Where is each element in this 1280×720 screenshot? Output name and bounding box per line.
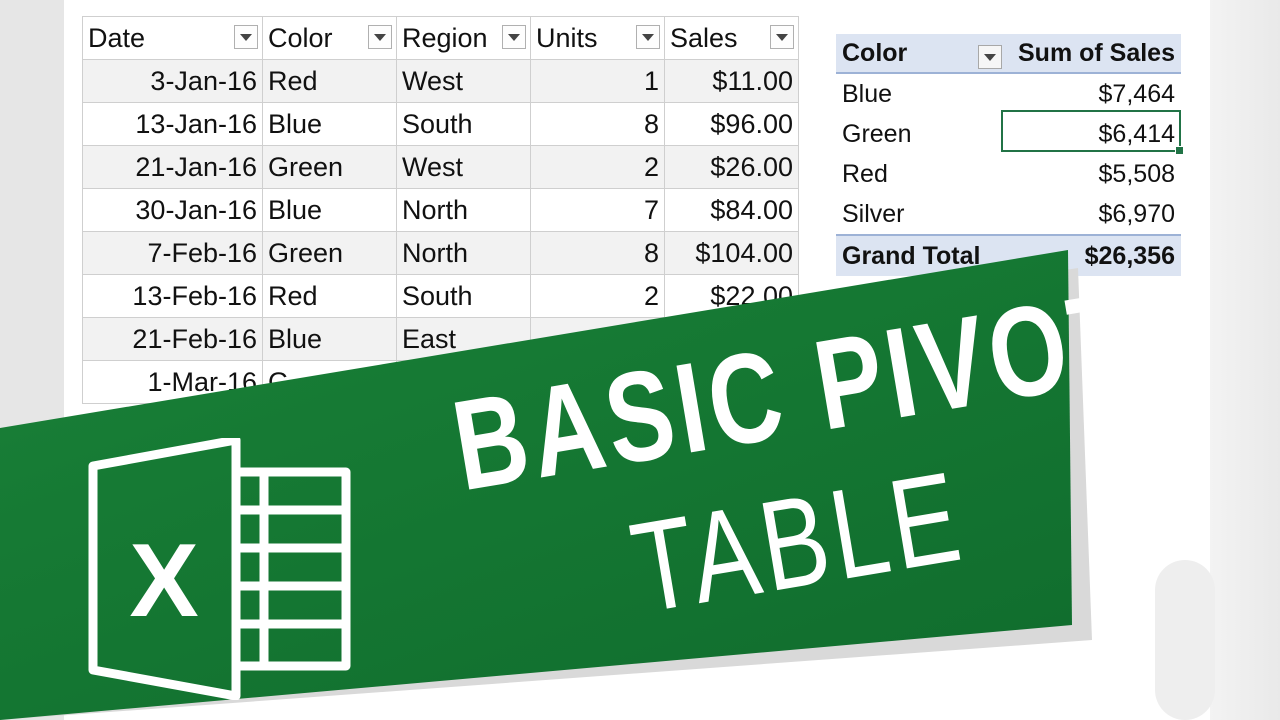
table-row: 30-Jan-16 Blue North 7 $84.00: [82, 188, 799, 232]
pivot-row-value[interactable]: $5,508: [1004, 160, 1181, 189]
column-header-units[interactable]: Units: [530, 16, 665, 60]
pivot-row: Blue $7,464: [836, 74, 1181, 114]
column-header-label: Region: [402, 22, 488, 53]
date-cell[interactable]: 30-Jan-16: [82, 188, 263, 232]
color-cell[interactable]: Green: [262, 145, 397, 189]
color-cell[interactable]: Blue: [262, 317, 397, 361]
pivot-row-label-header[interactable]: Color: [836, 38, 1004, 69]
pivot-row-label-text: Color: [842, 38, 908, 67]
column-header-color[interactable]: Color: [262, 16, 397, 60]
color-cell[interactable]: Blue: [262, 188, 397, 232]
table-row: 13-Feb-16 Red South 2 $22.00: [82, 274, 799, 318]
sales-cell[interactable]: $84.00: [664, 188, 799, 232]
worksheet-edge: [1210, 0, 1280, 720]
table-row: 3-Jan-16 Red West 1 $11.00: [82, 59, 799, 103]
column-header-sales[interactable]: Sales: [664, 16, 799, 60]
pivot-row-label[interactable]: Silver: [836, 200, 1004, 229]
color-cell[interactable]: Blue: [262, 102, 397, 146]
units-cell[interactable]: 1: [530, 59, 665, 103]
units-cell[interactable]: 2: [530, 274, 665, 318]
sales-cell[interactable]: $96.00: [664, 102, 799, 146]
pivot-table: Color Sum of Sales Blue $7,464 Green $6,…: [836, 34, 1181, 276]
pivot-row-label[interactable]: Blue: [836, 80, 1004, 109]
date-cell[interactable]: 21-Jan-16: [82, 145, 263, 189]
table-row: 21-Jan-16 Green West 2 $26.00: [82, 145, 799, 189]
units-cell[interactable]: 8: [530, 102, 665, 146]
region-cell[interactable]: West: [396, 145, 531, 189]
excel-logo-icon: X: [88, 438, 351, 700]
region-cell[interactable]: North: [396, 188, 531, 232]
pivot-row: Red $5,508: [836, 154, 1181, 194]
table-row: 13-Jan-16 Blue South 8 $96.00: [82, 102, 799, 146]
pivot-row-label[interactable]: Red: [836, 160, 1004, 189]
units-cell[interactable]: 7: [530, 188, 665, 232]
filter-dropdown-icon[interactable]: [502, 25, 526, 49]
date-cell[interactable]: 13-Feb-16: [82, 274, 263, 318]
sales-cell[interactable]: $26.00: [664, 145, 799, 189]
pivot-row-value[interactable]: $7,464: [1004, 80, 1181, 109]
pivot-value-header[interactable]: Sum of Sales: [1004, 39, 1181, 68]
sales-cell[interactable]: $11.00: [664, 59, 799, 103]
background-decoration: [1155, 560, 1215, 720]
color-cell[interactable]: Red: [262, 59, 397, 103]
date-cell[interactable]: 21-Feb-16: [82, 317, 263, 361]
column-header-label: Sales: [670, 22, 738, 53]
column-header-region[interactable]: Region: [396, 16, 531, 60]
column-header-date[interactable]: Date: [82, 16, 263, 60]
header-row: Date Color Region Units Sales: [82, 16, 799, 60]
filter-dropdown-icon[interactable]: [770, 25, 794, 49]
region-cell[interactable]: West: [396, 59, 531, 103]
filter-dropdown-icon[interactable]: [978, 44, 1002, 69]
region-cell[interactable]: North: [396, 231, 531, 275]
sales-cell[interactable]: $104.00: [664, 231, 799, 275]
date-cell[interactable]: 13-Jan-16: [82, 102, 263, 146]
excel-logo-letter: X: [129, 523, 198, 639]
date-cell[interactable]: 3-Jan-16: [82, 59, 263, 103]
column-header-label: Units: [536, 22, 598, 53]
pivot-row-value[interactable]: $6,414: [1004, 120, 1181, 149]
pivot-row-label[interactable]: Green: [836, 120, 1004, 149]
color-cell[interactable]: Green: [262, 231, 397, 275]
pivot-row: Silver $6,970: [836, 194, 1181, 234]
region-cell[interactable]: South: [396, 102, 531, 146]
column-header-label: Date: [88, 22, 146, 53]
color-cell[interactable]: Red: [262, 274, 397, 318]
date-cell[interactable]: 7-Feb-16: [82, 231, 263, 275]
region-cell[interactable]: South: [396, 274, 531, 318]
filter-dropdown-icon[interactable]: [636, 25, 660, 49]
units-cell[interactable]: 2: [530, 145, 665, 189]
pivot-row: Green $6,414: [836, 114, 1181, 154]
pivot-header-row: Color Sum of Sales: [836, 34, 1181, 74]
table-row: 7-Feb-16 Green North 8 $104.00: [82, 231, 799, 275]
pivot-row-value[interactable]: $6,970: [1004, 200, 1181, 229]
column-header-label: Color: [268, 22, 333, 53]
filter-dropdown-icon[interactable]: [368, 25, 392, 49]
filter-dropdown-icon[interactable]: [234, 25, 258, 49]
units-cell[interactable]: 8: [530, 231, 665, 275]
